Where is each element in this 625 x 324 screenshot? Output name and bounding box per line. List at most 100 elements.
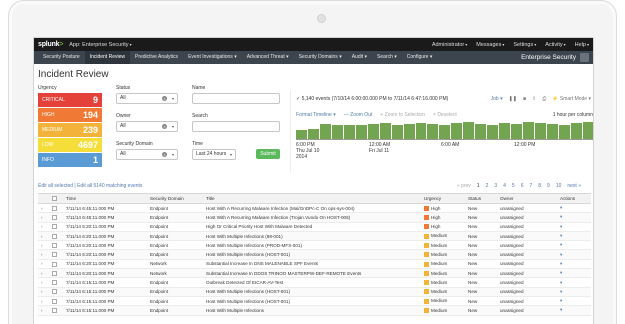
actions-dropdown-icon[interactable]: ▾	[560, 233, 562, 238]
timeline-bar[interactable]	[415, 122, 427, 139]
row-checkbox[interactable]	[52, 252, 57, 258]
actions-dropdown-icon[interactable]: ▾	[560, 307, 562, 312]
expand-row-icon[interactable]: ›	[41, 299, 43, 304]
row-checkbox[interactable]	[52, 261, 57, 267]
pager-next[interactable]: next »	[567, 183, 581, 189]
job-menu[interactable]: Job ▾	[491, 96, 503, 102]
row-checkbox[interactable]	[52, 289, 57, 295]
pager-page[interactable]: 10	[556, 183, 562, 189]
timeline-bar[interactable]	[487, 124, 499, 139]
actions-dropdown-icon[interactable]: ▾	[560, 280, 562, 285]
urgency-high[interactable]: HIGH 194	[38, 108, 102, 122]
menu-activity[interactable]: Activity▾	[545, 42, 565, 48]
print-icon[interactable]: ⎙	[542, 96, 546, 102]
pager-page[interactable]: 4	[503, 183, 506, 189]
col-header-security-domain[interactable]: Security Domain	[147, 193, 203, 204]
search-mode-menu[interactable]: ⚡ Smart Mode ▾	[552, 96, 591, 102]
stop-icon[interactable]: ■	[523, 96, 526, 102]
table-row[interactable]: › 7/11/14 6:20:11.000 PM Endpoint Host With…	[38, 240, 591, 251]
deselect-button[interactable]: × Deselect	[433, 112, 457, 118]
time-picker[interactable]: Last 24 hours ▾	[192, 149, 236, 160]
pager-page[interactable]: 1	[477, 183, 480, 189]
zoom-to-selection-button[interactable]: + Zoom to Selection	[380, 112, 425, 118]
pager-prev[interactable]: « prev	[457, 183, 471, 189]
col-header-time[interactable]: Time	[63, 193, 147, 204]
timeline-bar[interactable]	[523, 122, 535, 139]
expand-row-icon[interactable]: ›	[41, 252, 43, 257]
nav-advanced-threat[interactable]: Advanced Threat ▾	[242, 51, 294, 64]
urgency-info[interactable]: INFO 1	[38, 153, 102, 167]
table-row[interactable]: › 7/11/14 6:20:11.000 PM Endpoint Host With…	[38, 231, 591, 242]
expand-row-icon[interactable]: ›	[41, 243, 43, 248]
actions-dropdown-icon[interactable]: ▾	[560, 205, 562, 210]
expand-row-icon[interactable]: ›	[41, 289, 43, 294]
table-row[interactable]: › 7/11/14 6:45:11.000 PM Endpoint Host With…	[38, 203, 591, 214]
col-header-urgency[interactable]: Urgency	[421, 193, 465, 204]
nav-audit[interactable]: Audit ▾	[347, 51, 372, 64]
table-row[interactable]: › 7/11/14 6:20:11.000 PM Endpoint High Or C…	[38, 222, 591, 232]
expand-row-icon[interactable]: ›	[41, 206, 43, 211]
expand-row-icon[interactable]: ›	[41, 280, 43, 285]
menu-messages[interactable]: Messages▾	[476, 42, 504, 48]
timeline-bar[interactable]	[319, 123, 331, 139]
security-domain-select[interactable]: All × ▾	[116, 149, 178, 160]
timeline-bar[interactable]	[343, 125, 355, 139]
row-checkbox[interactable]	[52, 233, 57, 239]
zoom-out-button[interactable]: — Zoom Out	[344, 112, 373, 118]
timeline-bar[interactable]	[582, 122, 593, 139]
pager-page[interactable]: 8	[538, 183, 541, 189]
name-input[interactable]	[192, 93, 280, 104]
status-select[interactable]: All × ▾	[116, 93, 178, 104]
row-checkbox[interactable]	[52, 298, 57, 304]
actions-dropdown-icon[interactable]: ▾	[560, 224, 562, 229]
pager-page[interactable]: 5	[512, 183, 515, 189]
search-input[interactable]	[192, 121, 280, 132]
urgency-low[interactable]: LOW 4697	[38, 138, 102, 152]
col-header-status[interactable]: Status	[465, 193, 497, 204]
nav-security-posture[interactable]: Security Posture	[38, 51, 85, 64]
row-checkbox[interactable]	[52, 280, 57, 286]
actions-dropdown-icon[interactable]: ▾	[560, 242, 562, 247]
timeline-bar[interactable]	[499, 122, 511, 139]
actions-dropdown-icon[interactable]: ▾	[560, 289, 562, 294]
urgency-medium[interactable]: MEDIUM 239	[38, 123, 102, 137]
clear-icon[interactable]: ×	[162, 96, 167, 101]
submit-button[interactable]: Submit	[256, 149, 280, 159]
nav-security-domains[interactable]: Security Domains ▾	[294, 51, 347, 64]
actions-dropdown-icon[interactable]: ▾	[560, 270, 562, 275]
timeline-bar[interactable]	[296, 129, 307, 139]
timeline-bar[interactable]	[391, 124, 403, 139]
timeline-bar[interactable]	[535, 122, 547, 139]
timeline-bar[interactable]	[307, 128, 319, 139]
edit-selection-links[interactable]: Edit all selected | Edit all 5140 matchi…	[38, 183, 142, 189]
nav-incident-review[interactable]: Incident Review	[84, 51, 130, 64]
table-row[interactable]: › 7/11/14 6:20:11.000 PM Network Substantia…	[38, 268, 591, 279]
timeline-bar[interactable]	[463, 122, 475, 139]
expand-row-icon[interactable]: ›	[41, 215, 43, 220]
menu-settings[interactable]: Settings▾	[513, 42, 536, 48]
row-checkbox[interactable]	[52, 308, 57, 314]
nav-configure[interactable]: Configure ▾	[402, 51, 438, 64]
pause-icon[interactable]: ❚❚	[509, 96, 517, 102]
row-checkbox[interactable]	[52, 205, 57, 211]
actions-dropdown-icon[interactable]: ▾	[560, 214, 562, 219]
pager-page[interactable]: 2	[486, 183, 489, 189]
timeline-bar[interactable]	[547, 123, 558, 139]
col-header-title[interactable]: Title	[203, 193, 421, 204]
timeline-bar[interactable]	[379, 122, 391, 139]
timeline-bar[interactable]	[570, 122, 582, 139]
pager-page[interactable]: 7	[529, 183, 532, 189]
expand-row-icon[interactable]: ›	[41, 234, 43, 239]
actions-dropdown-icon[interactable]: ▾	[560, 261, 562, 266]
actions-dropdown-icon[interactable]: ▾	[560, 252, 562, 257]
timeline-bar[interactable]	[451, 122, 463, 139]
clear-icon[interactable]: ×	[162, 124, 167, 129]
menu-administrator[interactable]: Administrator▾	[432, 42, 467, 48]
nav-predictive-analytics[interactable]: Predictive Analytics	[130, 51, 183, 64]
splunk-logo[interactable]: splunk>	[38, 41, 63, 48]
timeline-bar[interactable]	[475, 123, 487, 139]
col-header-owner[interactable]: Owner	[497, 193, 557, 204]
row-checkbox[interactable]	[52, 215, 57, 221]
row-checkbox[interactable]	[52, 270, 57, 276]
menu-help[interactable]: Help▾	[575, 42, 589, 48]
